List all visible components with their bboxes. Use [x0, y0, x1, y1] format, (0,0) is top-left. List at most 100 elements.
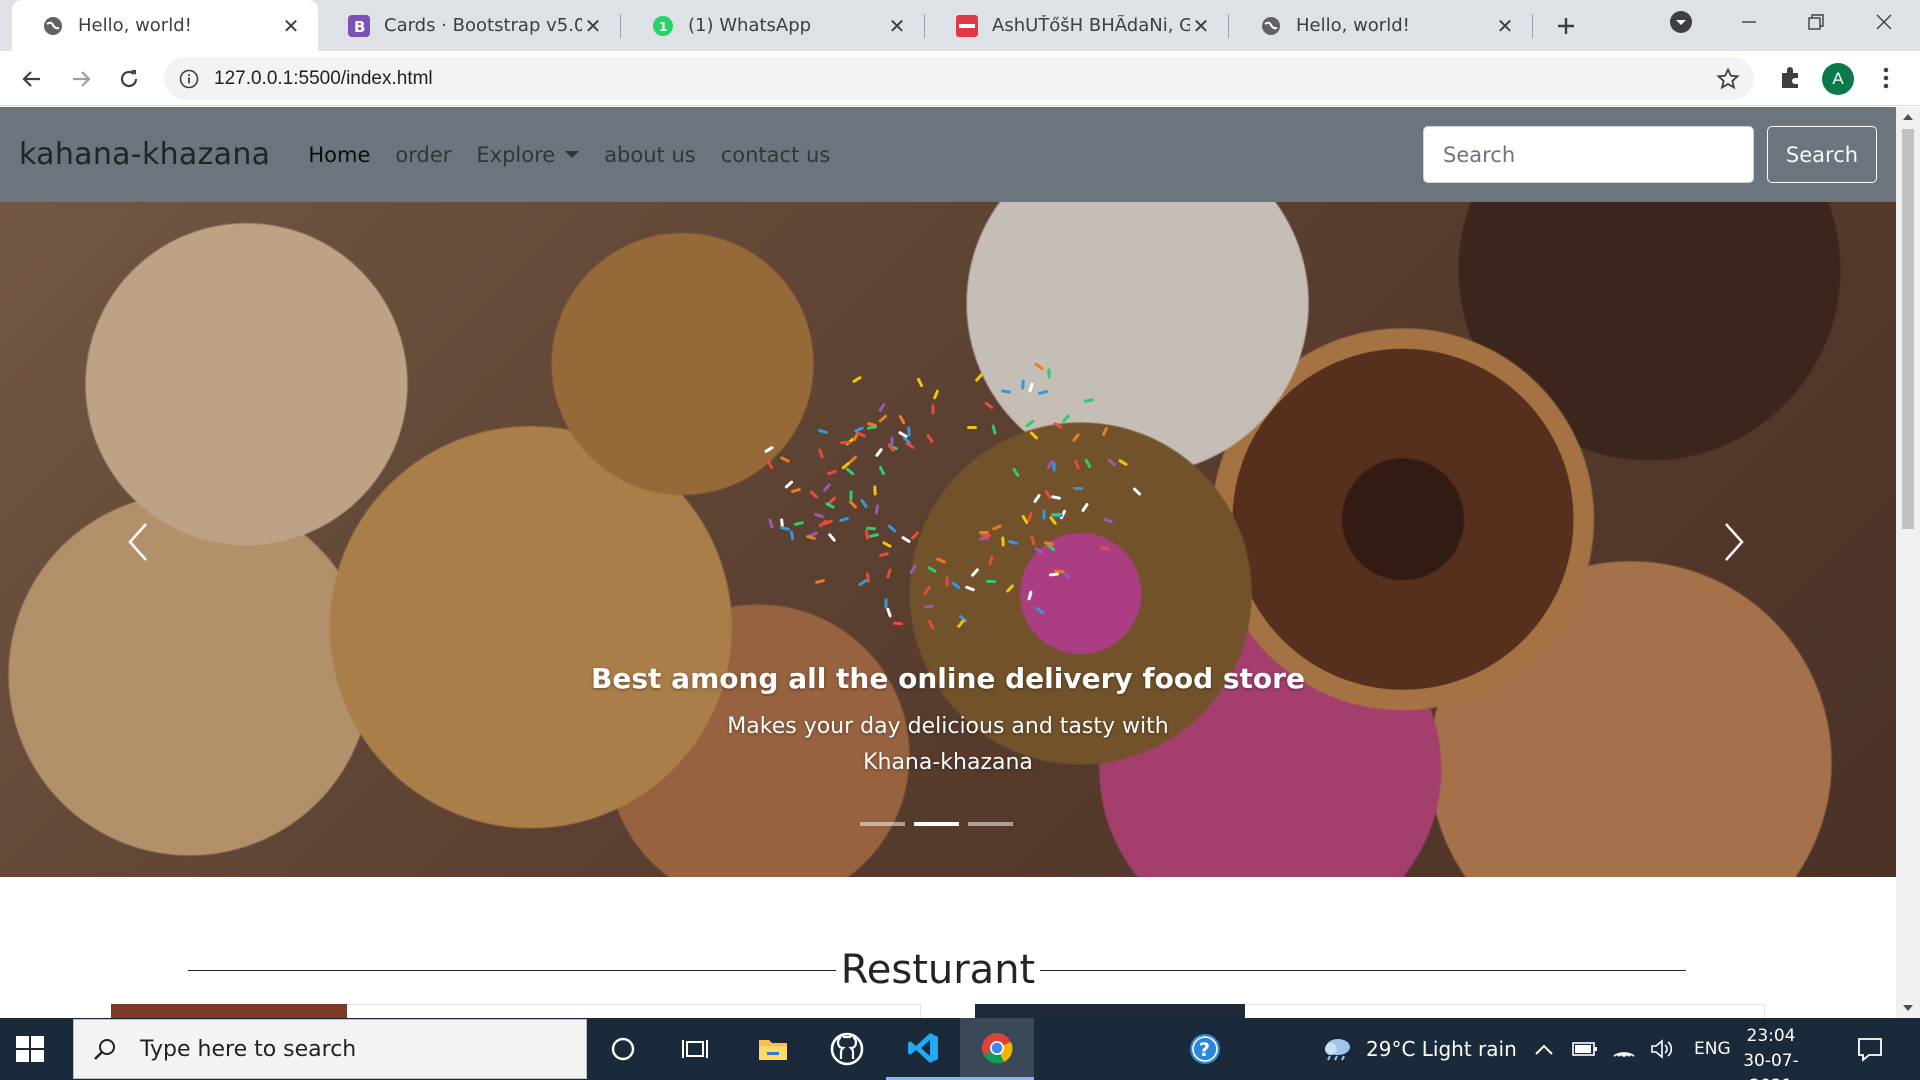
clock-time: 23:04	[1746, 1026, 1796, 1046]
wifi-icon[interactable]	[1612, 1039, 1636, 1059]
caret-down-icon	[565, 151, 580, 158]
new-tab-button[interactable]	[1550, 10, 1582, 42]
carousel-caption: Best among all the online delivery food …	[0, 662, 1896, 781]
nav-item-contact[interactable]: contact us	[721, 143, 831, 167]
section-title: Resturant	[840, 947, 1036, 993]
tab-title: (1) WhatsApp	[688, 15, 812, 36]
restore-icon	[1808, 14, 1824, 30]
cloud-rain-icon	[1325, 1039, 1350, 1061]
nav-links: Home order Explore about us contact us	[308, 143, 855, 167]
github-icon	[830, 1032, 864, 1066]
scroll-down-icon	[1903, 1005, 1913, 1011]
notification-center-button[interactable]	[1856, 1018, 1884, 1080]
search-button[interactable]: Search	[1767, 126, 1877, 183]
plus-icon	[1558, 18, 1574, 34]
chevron-up-icon[interactable]	[1534, 1042, 1554, 1056]
folder-icon	[759, 1040, 787, 1060]
tab-whatsapp[interactable]: 1 (1) WhatsApp ✕	[622, 0, 924, 51]
card-image	[975, 1004, 1245, 1018]
arrow-right-icon	[73, 71, 91, 87]
carousel-indicator-2[interactable]	[914, 822, 959, 826]
chrome-button[interactable]	[960, 1018, 1034, 1080]
page-scrollbar[interactable]	[1896, 107, 1920, 1018]
sprinkle	[966, 425, 977, 429]
carousel-prev-icon[interactable]	[118, 512, 158, 572]
nav-item-home[interactable]: Home	[308, 143, 370, 167]
tab-search-button[interactable]	[1652, 0, 1710, 44]
tab-separator	[1532, 14, 1533, 38]
battery-icon[interactable]	[1572, 1041, 1598, 1057]
minimize-button[interactable]	[1720, 0, 1778, 44]
tab-hello-world-1[interactable]: Hello, world! ✕	[12, 0, 318, 51]
tab-bootstrap-cards[interactable]: B Cards · Bootstrap v5.0 ✕	[318, 0, 620, 51]
scroll-up-icon	[1903, 114, 1913, 120]
sprinkle	[889, 435, 894, 447]
nav-item-explore[interactable]: Explore	[476, 142, 580, 167]
sprinkle	[945, 576, 949, 587]
carousel-next-icon[interactable]	[1714, 512, 1754, 572]
carousel-indicator-1[interactable]	[860, 822, 905, 826]
nav-item-about[interactable]: about us	[604, 143, 696, 167]
volume-icon[interactable]	[1650, 1039, 1674, 1059]
star-icon[interactable]	[1716, 67, 1740, 91]
tab-title: Hello, world!	[78, 15, 192, 36]
tab-separator	[620, 14, 621, 38]
taskbar-search-box[interactable]: Type here to search	[73, 1019, 587, 1079]
avatar[interactable]: A	[1822, 63, 1854, 95]
arrow-left-icon	[22, 71, 40, 87]
site-navbar: kahana-khazana Home order Explore about …	[0, 107, 1896, 202]
taskbar-search-placeholder: Type here to search	[140, 1036, 357, 1062]
task-view-icon	[682, 1040, 708, 1058]
minimize-icon	[1742, 21, 1756, 23]
sprinkle	[892, 621, 903, 626]
back-button[interactable]	[15, 62, 49, 96]
taskbar-clock[interactable]: 23:04 30-07-2021	[1726, 1024, 1816, 1080]
system-tray: ENG	[1534, 1018, 1731, 1080]
clock-date: 30-07-2021	[1743, 1051, 1799, 1080]
close-icon	[1876, 14, 1892, 30]
site-brand[interactable]: kahana-khazana	[19, 137, 270, 172]
windows-start-icon[interactable]	[14, 1033, 46, 1065]
close-window-button[interactable]	[1855, 0, 1913, 44]
close-icon[interactable]: ✕	[886, 14, 908, 38]
tab-title: AshUŤőšH BHÃdaNi, Gaya	[992, 15, 1190, 36]
chevron-down-icon	[1670, 11, 1692, 33]
address-bar[interactable]: 127.0.0.1:5500/index.html	[164, 57, 1754, 100]
tab-hello-world-2[interactable]: Hello, world! ✕	[1230, 0, 1532, 51]
nav-item-order[interactable]: order	[395, 143, 451, 167]
weather-widget[interactable]: 29°C Light rain	[1320, 1018, 1517, 1080]
tab-separator	[924, 14, 925, 38]
restore-button[interactable]	[1787, 0, 1845, 44]
vscode-button[interactable]	[886, 1018, 960, 1080]
sprinkle	[849, 490, 853, 501]
carousel-indicator-3[interactable]	[968, 822, 1013, 826]
search-input[interactable]: Search	[1423, 126, 1754, 183]
info-icon[interactable]	[178, 68, 200, 90]
scrollbar-thumb[interactable]	[1902, 129, 1914, 529]
notification-icon	[1858, 1038, 1882, 1062]
github-button[interactable]	[810, 1018, 884, 1080]
svg-text:B: B	[354, 18, 365, 36]
menu-icon[interactable]	[1876, 64, 1896, 92]
sprinkle	[840, 440, 851, 444]
sprinkle	[1072, 487, 1083, 491]
file-explorer-button[interactable]	[736, 1018, 810, 1080]
close-icon[interactable]: ✕	[1494, 14, 1516, 38]
cortana-button[interactable]	[586, 1018, 660, 1080]
url-text: 127.0.0.1:5500/index.html	[214, 67, 433, 89]
task-view-button[interactable]	[658, 1018, 732, 1080]
close-icon[interactable]: ✕	[1190, 14, 1212, 38]
forward-button[interactable]	[64, 62, 98, 96]
close-icon[interactable]: ✕	[582, 14, 604, 38]
globe-icon	[1260, 15, 1282, 37]
help-button[interactable]: ?	[1168, 1018, 1242, 1080]
help-icon: ?	[1190, 1034, 1220, 1064]
close-icon[interactable]: ✕	[280, 14, 302, 38]
sprinkle	[1041, 509, 1046, 520]
extensions-icon[interactable]	[1776, 64, 1804, 92]
sprinkle	[873, 485, 877, 496]
section-heading: Resturant	[0, 877, 1896, 997]
tab-zomato[interactable]: AshUŤőšH BHÃdaNi, Gaya ✕	[926, 0, 1228, 51]
nav-item-explore-label: Explore	[476, 142, 556, 167]
reload-button[interactable]	[112, 62, 146, 96]
